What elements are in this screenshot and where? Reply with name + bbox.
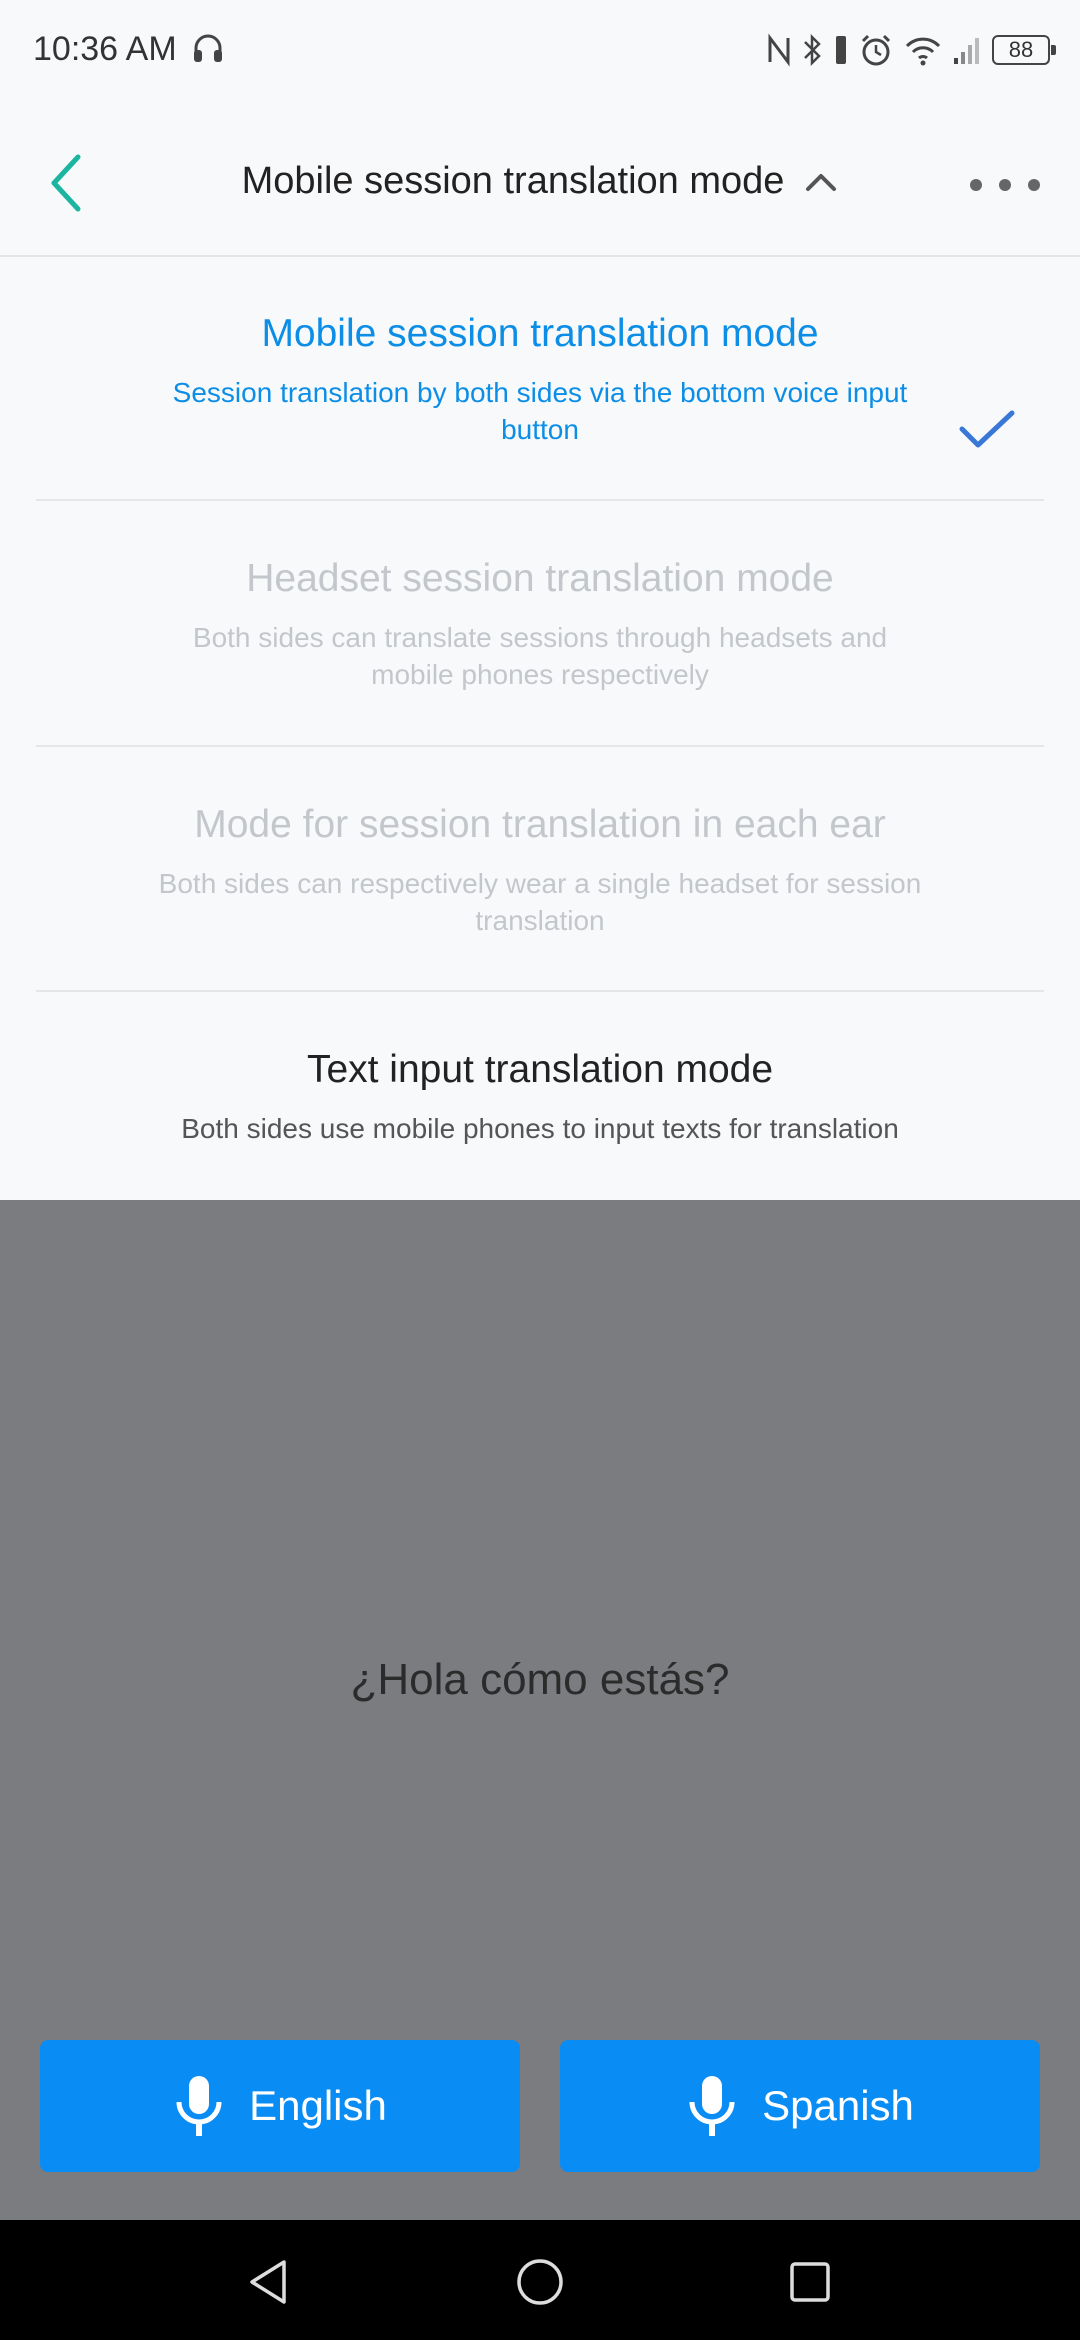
signal-icon <box>952 32 982 68</box>
nfc-icon <box>766 32 792 68</box>
mode-option-title: Text input translation mode <box>306 1048 774 1091</box>
microphone-icon <box>689 2076 735 2136</box>
top-app-bar: Mobile session translation mode <box>0 100 1080 257</box>
bluetooth-icon <box>802 32 824 68</box>
mode-option-text-input[interactable]: Text input translation mode Both sides u… <box>36 1048 1044 1147</box>
mode-option-title: Mobile session translation mode <box>261 312 819 355</box>
dim-overlay[interactable]: ¿Hola cómo estás? English Spanish <box>0 1200 1080 2220</box>
headset-icon <box>190 30 226 71</box>
mode-option-each-ear[interactable]: Mode for session translation in each ear… <box>36 803 1044 939</box>
wifi-icon <box>904 32 942 68</box>
battery-icon: 88 <box>992 35 1056 65</box>
mode-option-title: Headset session translation mode <box>246 557 834 600</box>
divider <box>36 745 1044 747</box>
mode-dropdown-menu: Mobile session translation mode Session … <box>0 257 1080 1200</box>
spanish-label: Spanish <box>762 2082 914 2129</box>
mode-option-description: Session translation by both sides via th… <box>172 377 908 445</box>
more-dot <box>970 179 982 191</box>
english-label: English <box>249 2082 387 2129</box>
status-icons: 88 <box>766 28 1056 72</box>
recents-square-icon <box>790 2262 830 2302</box>
nav-recents-button[interactable] <box>778 2250 842 2314</box>
more-dot <box>999 179 1011 191</box>
spanish-voice-button[interactable]: Spanish <box>560 2040 1040 2172</box>
system-nav-bar <box>0 2220 1080 2340</box>
mode-option-description: Both sides can respectively wear a singl… <box>158 868 922 936</box>
mode-selector[interactable]: Mobile session translation mode <box>0 160 1080 203</box>
nav-back-button[interactable] <box>236 2250 300 2314</box>
divider <box>36 990 1044 992</box>
divider <box>36 499 1044 501</box>
more-dot <box>1028 179 1040 191</box>
mode-option-mobile-session[interactable]: Mobile session translation mode Session … <box>36 312 1044 448</box>
page-title: Mobile session translation mode <box>241 160 785 202</box>
more-options-button[interactable] <box>970 170 1040 200</box>
translated-phrase: ¿Hola cómo estás? <box>350 1655 730 1704</box>
vibrate-bar-icon <box>834 32 848 68</box>
status-time: 10:36 AM <box>33 30 177 68</box>
mode-option-title: Mode for session translation in each ear <box>194 803 886 846</box>
status-bar: 10:36 AM 88 <box>0 0 1080 100</box>
english-voice-button[interactable]: English <box>40 2040 520 2172</box>
alarm-icon <box>858 32 894 68</box>
microphone-icon <box>176 2076 222 2136</box>
checkmark-icon <box>959 410 1015 448</box>
chevron-up-icon <box>806 173 837 191</box>
mode-option-description: Both sides use mobile phones to input te… <box>181 1113 899 1144</box>
mode-option-headset-session[interactable]: Headset session translation mode Both si… <box>36 557 1044 693</box>
back-triangle-icon <box>250 2260 286 2304</box>
home-circle-icon <box>517 2259 563 2305</box>
nav-home-button[interactable] <box>508 2250 572 2314</box>
mode-option-description: Both sides can translate sessions throug… <box>192 622 888 690</box>
